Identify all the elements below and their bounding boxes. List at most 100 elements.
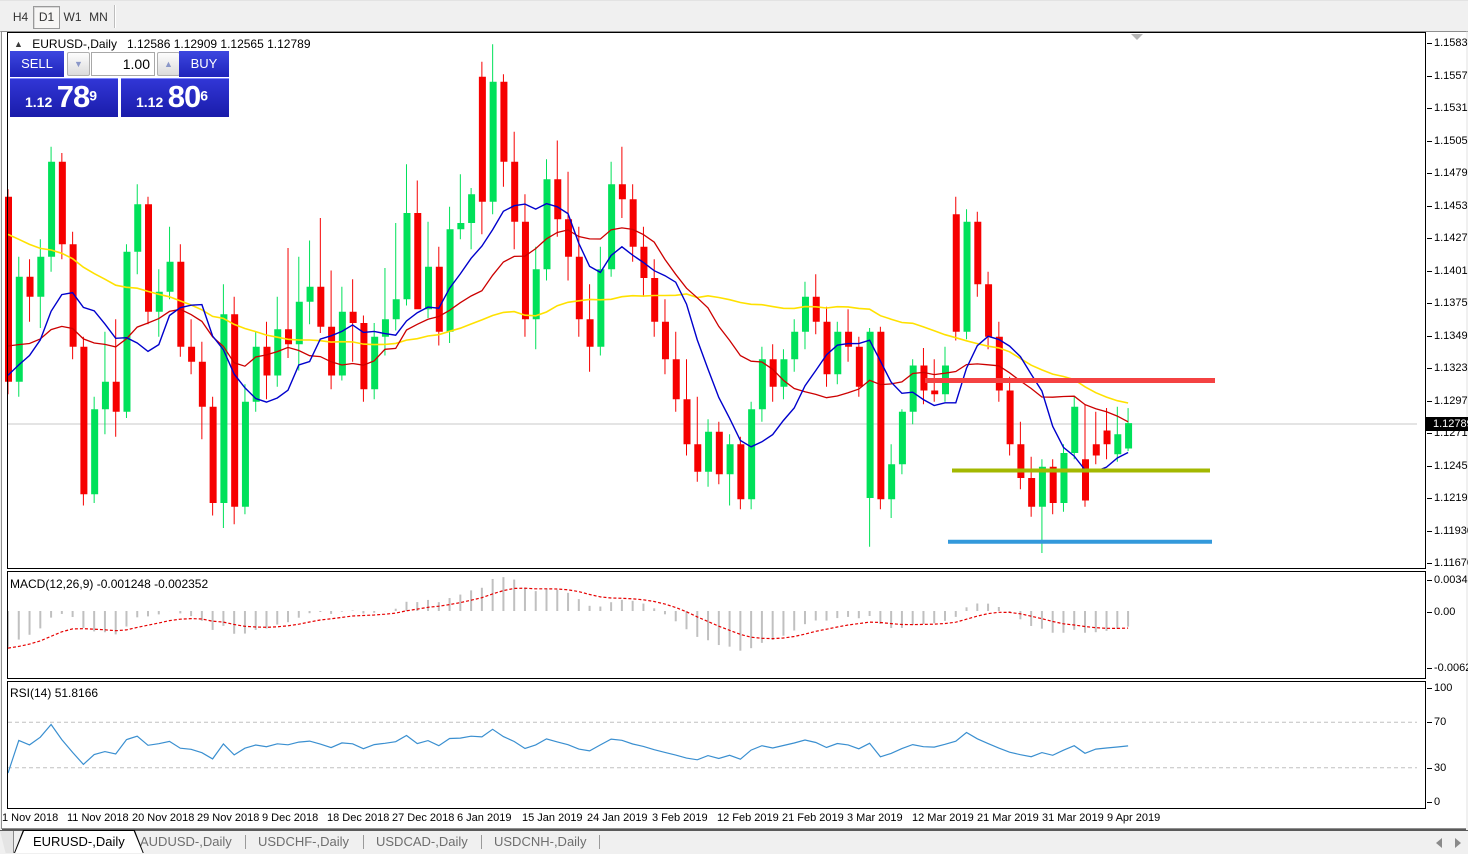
price-axis-label: 1.14790 <box>1434 167 1468 179</box>
price-axis-label: 1.12970 <box>1434 395 1468 407</box>
axis-tick <box>1427 303 1432 304</box>
buy-button[interactable]: BUY <box>179 51 229 77</box>
tab-separator <box>363 835 364 849</box>
one-click-trading-panel: SELL ▼ ▲ BUY 1.12 789 1.12 806 <box>10 51 229 116</box>
axis-tick <box>1427 238 1432 239</box>
price-axis-label: 1.15570 <box>1434 70 1468 82</box>
axis-tick <box>1427 141 1432 142</box>
sell-price-sup: 9 <box>89 88 97 104</box>
rsi-axis-label: 70 <box>1434 716 1446 728</box>
axis-tick <box>1427 271 1432 272</box>
chart-ohlc-values: 1.12586 1.12909 1.12565 1.12789 <box>127 37 311 51</box>
tab-separator <box>481 835 482 849</box>
axis-tick <box>1427 466 1432 467</box>
date-axis-label: 9 Apr 2019 <box>1107 812 1160 824</box>
tab-usdcad-daily[interactable]: USDCAD-,Daily <box>376 831 468 853</box>
date-axis-label: 11 Nov 2018 <box>67 812 129 824</box>
axis-tick <box>1427 206 1432 207</box>
axis-tick <box>1427 43 1432 44</box>
date-axis-label: 18 Dec 2018 <box>327 812 389 824</box>
macd-label: MACD(12,26,9) -0.001248 -0.002352 <box>10 577 208 591</box>
date-axis-label: 27 Dec 2018 <box>392 812 454 824</box>
date-axis-label: 15 Jan 2019 <box>522 812 583 824</box>
tab-separator <box>599 835 600 849</box>
axis-tick <box>1427 563 1432 564</box>
axis-tick <box>1427 802 1432 803</box>
price-axis-label: 1.11930 <box>1434 525 1468 537</box>
axis-tick <box>1427 768 1432 769</box>
tabs-scroll-left-icon[interactable] <box>1436 838 1442 848</box>
date-axis-label: 24 Jan 2019 <box>587 812 648 824</box>
axis-tick <box>1427 433 1432 434</box>
axis-tick <box>1427 498 1432 499</box>
axis-tick <box>1427 401 1432 402</box>
axis-tick <box>1427 668 1432 669</box>
date-axis-label: 3 Feb 2019 <box>652 812 708 824</box>
date-axis-label: 6 Jan 2019 <box>457 812 511 824</box>
price-axis-label: 1.13490 <box>1434 330 1468 342</box>
tab-scroll-stub[interactable] <box>0 831 14 853</box>
date-axis-label: 1 Nov 2018 <box>2 812 58 824</box>
chart-title: ▲ EURUSD-,Daily 1.12586 1.12909 1.12565 … <box>14 37 311 51</box>
date-axis-label: 3 Mar 2019 <box>847 812 903 824</box>
tab-eurusd-daily[interactable]: EURUSD-,Daily <box>14 830 144 853</box>
buy-price-small: 1.12 <box>136 94 163 110</box>
rsi-axis-label: 30 <box>1434 762 1446 774</box>
axis-tick <box>1427 722 1432 723</box>
price-axis-label: 1.13750 <box>1434 297 1468 309</box>
price-axis-label: 1.15050 <box>1434 135 1468 147</box>
rsi-label: RSI(14) 51.8166 <box>10 686 98 700</box>
rsi-value: 51.8166 <box>55 686 98 700</box>
tab-audusd-daily[interactable]: AUDUSD-,Daily <box>140 831 232 853</box>
buy-price-quote[interactable]: 1.12 806 <box>121 78 229 117</box>
date-axis-label: 9 Dec 2018 <box>262 812 318 824</box>
rsi-axis-label: 100 <box>1434 682 1452 694</box>
price-axis-label: 1.15310 <box>1434 102 1468 114</box>
chart-tab-bar: EURUSD-,DailyAUDUSD-,Daily USDCHF-,Daily U… <box>0 830 1468 854</box>
price-axis-label: 1.12190 <box>1434 492 1468 504</box>
date-axis-label: 20 Nov 2018 <box>132 812 194 824</box>
date-axis-label: 29 Nov 2018 <box>197 812 259 824</box>
date-axis-label: 21 Mar 2019 <box>977 812 1039 824</box>
price-axis-label: 1.15830 <box>1434 37 1468 49</box>
axis-tick <box>1427 580 1432 581</box>
chart-symbol-label: EURUSD-,Daily <box>32 37 117 51</box>
axis-tick <box>1427 76 1432 77</box>
price-axis-label: 1.14270 <box>1434 232 1468 244</box>
axis-tick <box>1427 368 1432 369</box>
price-axis-label: 1.14530 <box>1434 200 1468 212</box>
date-axis-label: 12 Mar 2019 <box>912 812 974 824</box>
buy-price-sup: 6 <box>200 88 208 104</box>
collapse-triangle-icon[interactable]: ▲ <box>14 39 23 49</box>
tab-label: EURUSD-,Daily <box>15 831 143 853</box>
tab-usdcnh-daily[interactable]: USDCNH-,Daily <box>494 831 586 853</box>
date-axis-label: 31 Mar 2019 <box>1042 812 1104 824</box>
axis-tick <box>1427 173 1432 174</box>
tab-usdchf-daily[interactable]: USDCHF-,Daily <box>258 831 349 853</box>
volume-increase-button[interactable]: ▲ <box>157 52 180 76</box>
price-axis-label: 1.11670 <box>1434 557 1468 569</box>
macd-axis-label: 0.00 <box>1434 606 1455 618</box>
chart-canvas[interactable] <box>0 0 1468 853</box>
sell-price-small: 1.12 <box>25 94 52 110</box>
sell-button[interactable]: SELL <box>10 51 64 77</box>
sell-price-quote[interactable]: 1.12 789 <box>10 78 118 117</box>
macd-values: -0.001248 -0.002352 <box>97 577 208 591</box>
date-axis-label: 21 Feb 2019 <box>782 812 844 824</box>
tabs-scroll-right-icon[interactable] <box>1455 838 1461 848</box>
axis-tick <box>1427 336 1432 337</box>
axis-tick <box>1427 108 1432 109</box>
axis-tick <box>1427 612 1432 613</box>
price-axis-label: 1.13230 <box>1434 362 1468 374</box>
rsi-axis-label: 0 <box>1434 796 1440 808</box>
buy-price-big: 80 <box>168 79 200 114</box>
volume-decrease-button[interactable]: ▼ <box>67 52 90 76</box>
axis-tick <box>1427 531 1432 532</box>
axis-tick <box>1427 688 1432 689</box>
volume-input[interactable] <box>91 52 155 76</box>
price-axis-label: 1.12450 <box>1434 460 1468 472</box>
price-axis-label: 1.14010 <box>1434 265 1468 277</box>
macd-axis-label: -0.006271 <box>1434 662 1468 674</box>
current-price-tag: 1.12789 <box>1426 417 1468 431</box>
macd-axis-label: 0.003412 <box>1434 574 1468 586</box>
